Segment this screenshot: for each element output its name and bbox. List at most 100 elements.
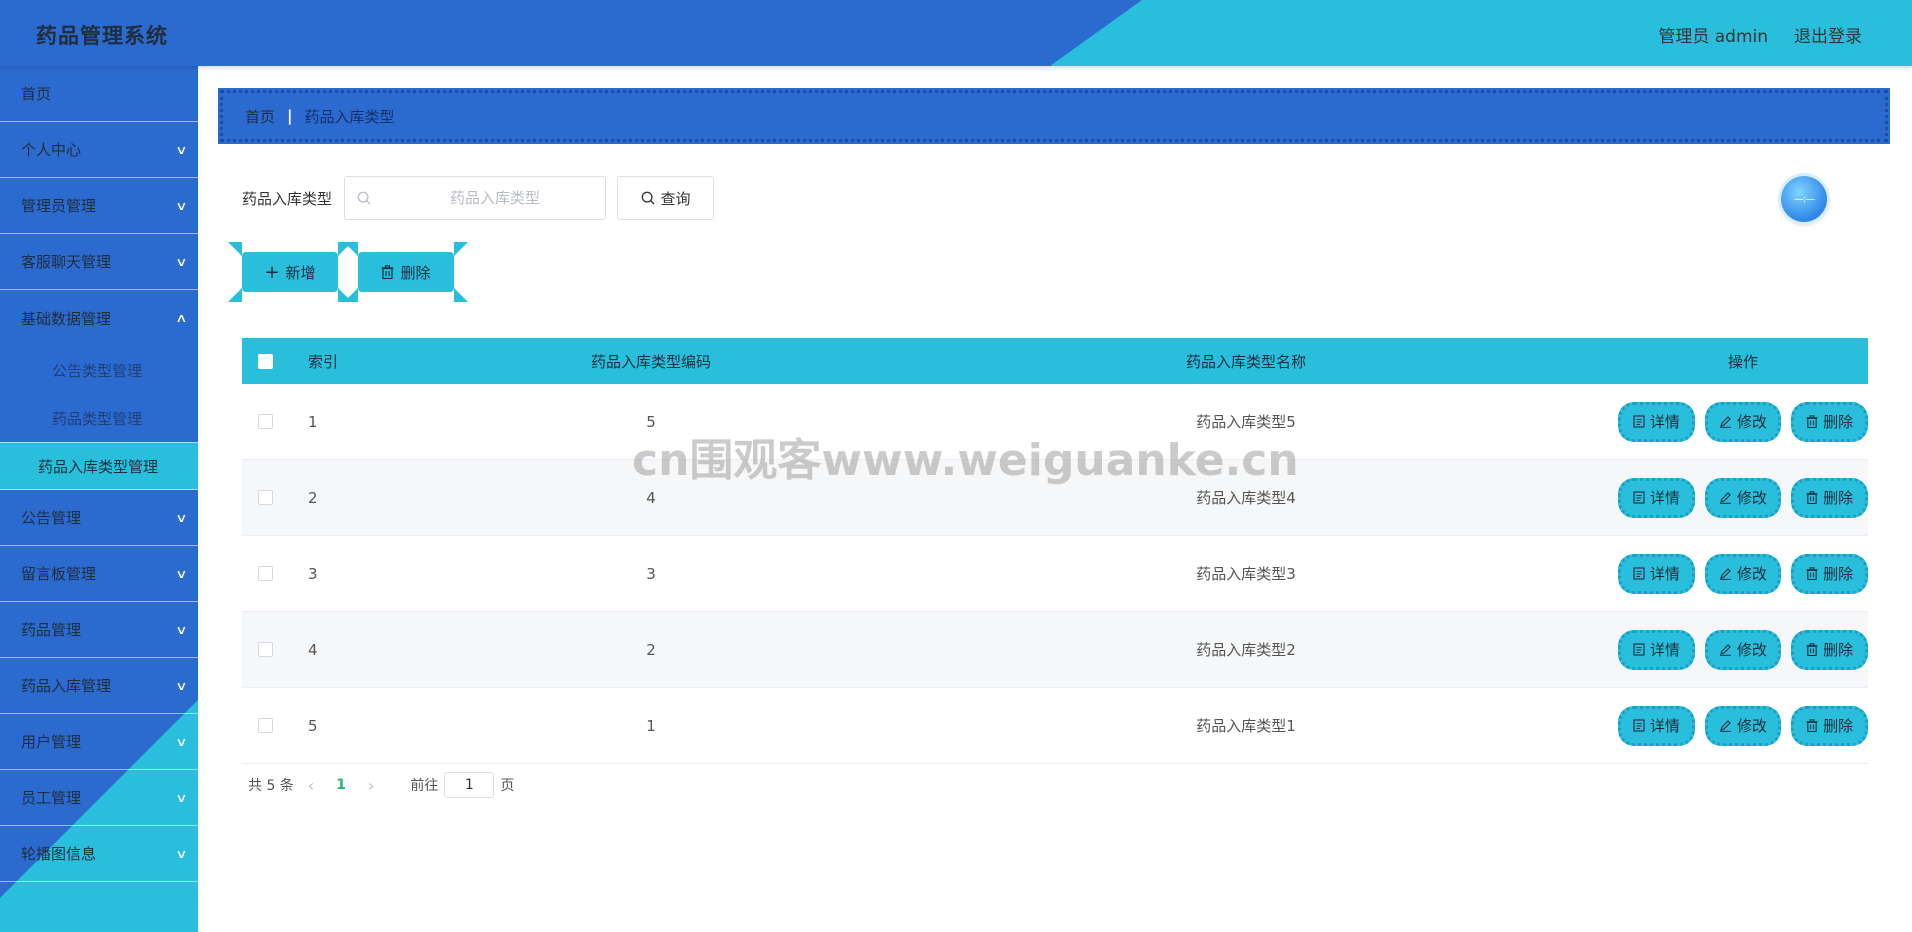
cell-name: 药品入库类型3 [1196, 565, 1296, 583]
row-checkbox-cell [242, 490, 308, 505]
trash-icon [1806, 643, 1818, 656]
query-button-label: 查询 [660, 189, 691, 208]
chevron-down-icon: ∨ [175, 566, 188, 581]
pagination-current-page[interactable]: 1 [336, 777, 346, 793]
document-icon [1633, 643, 1645, 656]
sidebar-item-label: 客服聊天管理 [21, 253, 112, 271]
chevron-up-icon: ∧ [175, 311, 188, 325]
table-header: 索引 药品入库类型编码 药品入库类型名称 操作 [242, 338, 1868, 384]
batch-delete-button-label: 删除 [400, 263, 431, 282]
delete-button-label: 删除 [1823, 489, 1854, 507]
logout-link[interactable]: 退出登录 [1794, 22, 1862, 47]
sidebar-item-drug-management[interactable]: 药品管理 ∨ [0, 602, 198, 658]
edit-button[interactable]: 修改 [1704, 401, 1782, 442]
sidebar-item-user-management[interactable]: 用户管理 ∨ [0, 714, 198, 770]
data-table: 索引 药品入库类型编码 药品入库类型名称 操作 1 5 药品入库类型5 详情 修改 删除 2… [242, 338, 1869, 764]
breadcrumb-current: 药品入库类型 [304, 107, 395, 126]
header-checkbox-cell [242, 353, 308, 369]
chevron-right-icon[interactable]: › [368, 776, 374, 795]
chevron-left-icon[interactable]: ‹ [308, 776, 314, 795]
delete-button[interactable]: 删除 [1791, 629, 1869, 670]
row-checkbox[interactable] [257, 414, 273, 429]
search-icon [641, 191, 655, 205]
search-input[interactable] [345, 177, 606, 219]
edit-icon [1720, 720, 1731, 732]
add-button[interactable]: + 新增 [228, 242, 352, 302]
goto-page-input[interactable] [444, 772, 495, 798]
sidebar-subitem-notice-type[interactable]: 公告类型管理 [0, 346, 198, 394]
edit-icon [1720, 644, 1731, 656]
sidebar-item-label: 用户管理 [21, 733, 82, 751]
sidebar-item-personal-center[interactable]: 个人中心 ∨ [0, 122, 198, 178]
sidebar-item-storage-management[interactable]: 药品入库管理 ∨ [0, 658, 198, 714]
action-toolbar: + 新增 删除 [228, 242, 468, 302]
row-checkbox[interactable] [257, 718, 273, 733]
sidebar-item-chat-management[interactable]: 客服聊天管理 ∨ [0, 234, 198, 290]
sidebar-item-basic-data[interactable]: 基础数据管理 ∧ [0, 290, 198, 346]
sidebar-subitem-label: 药品类型管理 [52, 409, 143, 428]
sidebar-item-admin-management[interactable]: 管理员管理 ∨ [0, 178, 198, 234]
delete-button-label: 删除 [1823, 641, 1854, 659]
delete-button-label: 删除 [1823, 565, 1854, 583]
sidebar-item-carousel[interactable]: 轮播图信息 ∨ [0, 826, 198, 882]
app-title: 药品管理系统 [36, 24, 168, 48]
edit-button[interactable]: 修改 [1704, 705, 1782, 746]
delete-button-label: 删除 [1823, 717, 1854, 735]
edit-button[interactable]: 修改 [1704, 629, 1782, 670]
row-checkbox[interactable] [257, 566, 273, 581]
detail-button[interactable]: 详情 [1618, 629, 1695, 670]
sidebar-subitem-drug-type[interactable]: 药品类型管理 [0, 394, 198, 442]
chevron-down-icon: ∨ [175, 678, 188, 693]
sidebar-item-label: 公告管理 [21, 509, 82, 527]
delete-button[interactable]: 删除 [1791, 705, 1869, 746]
trash-icon [1806, 491, 1818, 504]
edit-icon [1720, 568, 1731, 580]
chevron-down-icon: ∨ [175, 142, 188, 157]
trash-icon [381, 265, 394, 279]
table-row: 5 1 药品入库类型1 详情 修改 删除 [242, 688, 1869, 764]
sidebar-item-staff-management[interactable]: 员工管理 ∨ [0, 770, 198, 826]
delete-button[interactable]: 删除 [1791, 477, 1869, 518]
page-unit-label: 页 [500, 778, 515, 794]
row-checkbox[interactable] [257, 642, 273, 657]
pagination-goto: 前往 页 [410, 772, 514, 798]
query-button[interactable]: 查询 [617, 176, 715, 220]
document-icon [1633, 415, 1645, 428]
row-checkbox[interactable] [257, 490, 273, 505]
header-user-area: 管理员 admin 退出登录 [1658, 22, 1862, 47]
top-header: 药品管理系统 管理员 admin 退出登录 [0, 0, 1912, 66]
detail-button[interactable]: 详情 [1618, 705, 1695, 746]
detail-button[interactable]: 详情 [1618, 553, 1695, 594]
table-row: 1 5 药品入库类型5 详情 修改 删除 [242, 384, 1869, 460]
sidebar-subitem-storage-type[interactable]: 药品入库类型管理 [0, 442, 198, 490]
cell-index: 3 [308, 564, 318, 583]
detail-button[interactable]: 详情 [1618, 401, 1695, 442]
sidebar-item-label: 药品入库管理 [21, 677, 112, 695]
sidebar-item-label: 员工管理 [21, 789, 82, 807]
delete-button[interactable]: 删除 [1791, 553, 1869, 594]
select-all-checkbox[interactable] [257, 353, 273, 369]
edit-button[interactable]: 修改 [1704, 553, 1782, 594]
table-row: 4 2 药品入库类型2 详情 修改 删除 [242, 612, 1869, 688]
breadcrumb-home[interactable]: 首页 [245, 106, 275, 127]
button-corner-decoration [344, 242, 358, 256]
trash-icon [1806, 415, 1818, 428]
current-user-label: 管理员 admin [1658, 27, 1768, 47]
batch-delete-button[interactable]: 删除 [344, 242, 468, 302]
table-row: 3 3 药品入库类型3 详情 修改 删除 [242, 536, 1869, 612]
document-icon [1633, 567, 1645, 580]
cell-code: 4 [646, 488, 656, 507]
breadcrumb-separator: | [287, 107, 293, 125]
detail-button-label: 详情 [1649, 413, 1680, 431]
sidebar-item-label: 留言板管理 [21, 565, 97, 583]
edit-button[interactable]: 修改 [1704, 477, 1782, 518]
plus-icon: + [264, 261, 280, 283]
row-checkbox-cell [242, 566, 308, 581]
delete-button[interactable]: 删除 [1791, 401, 1869, 442]
detail-button[interactable]: 详情 [1618, 477, 1695, 518]
cell-name: 药品入库类型2 [1196, 641, 1296, 659]
sidebar-item-home[interactable]: 首页 [0, 66, 198, 122]
avatar[interactable]: —:— [1781, 176, 1827, 222]
sidebar-item-message-board[interactable]: 留言板管理 ∨ [0, 546, 198, 602]
sidebar-item-notice-management[interactable]: 公告管理 ∨ [0, 490, 198, 546]
